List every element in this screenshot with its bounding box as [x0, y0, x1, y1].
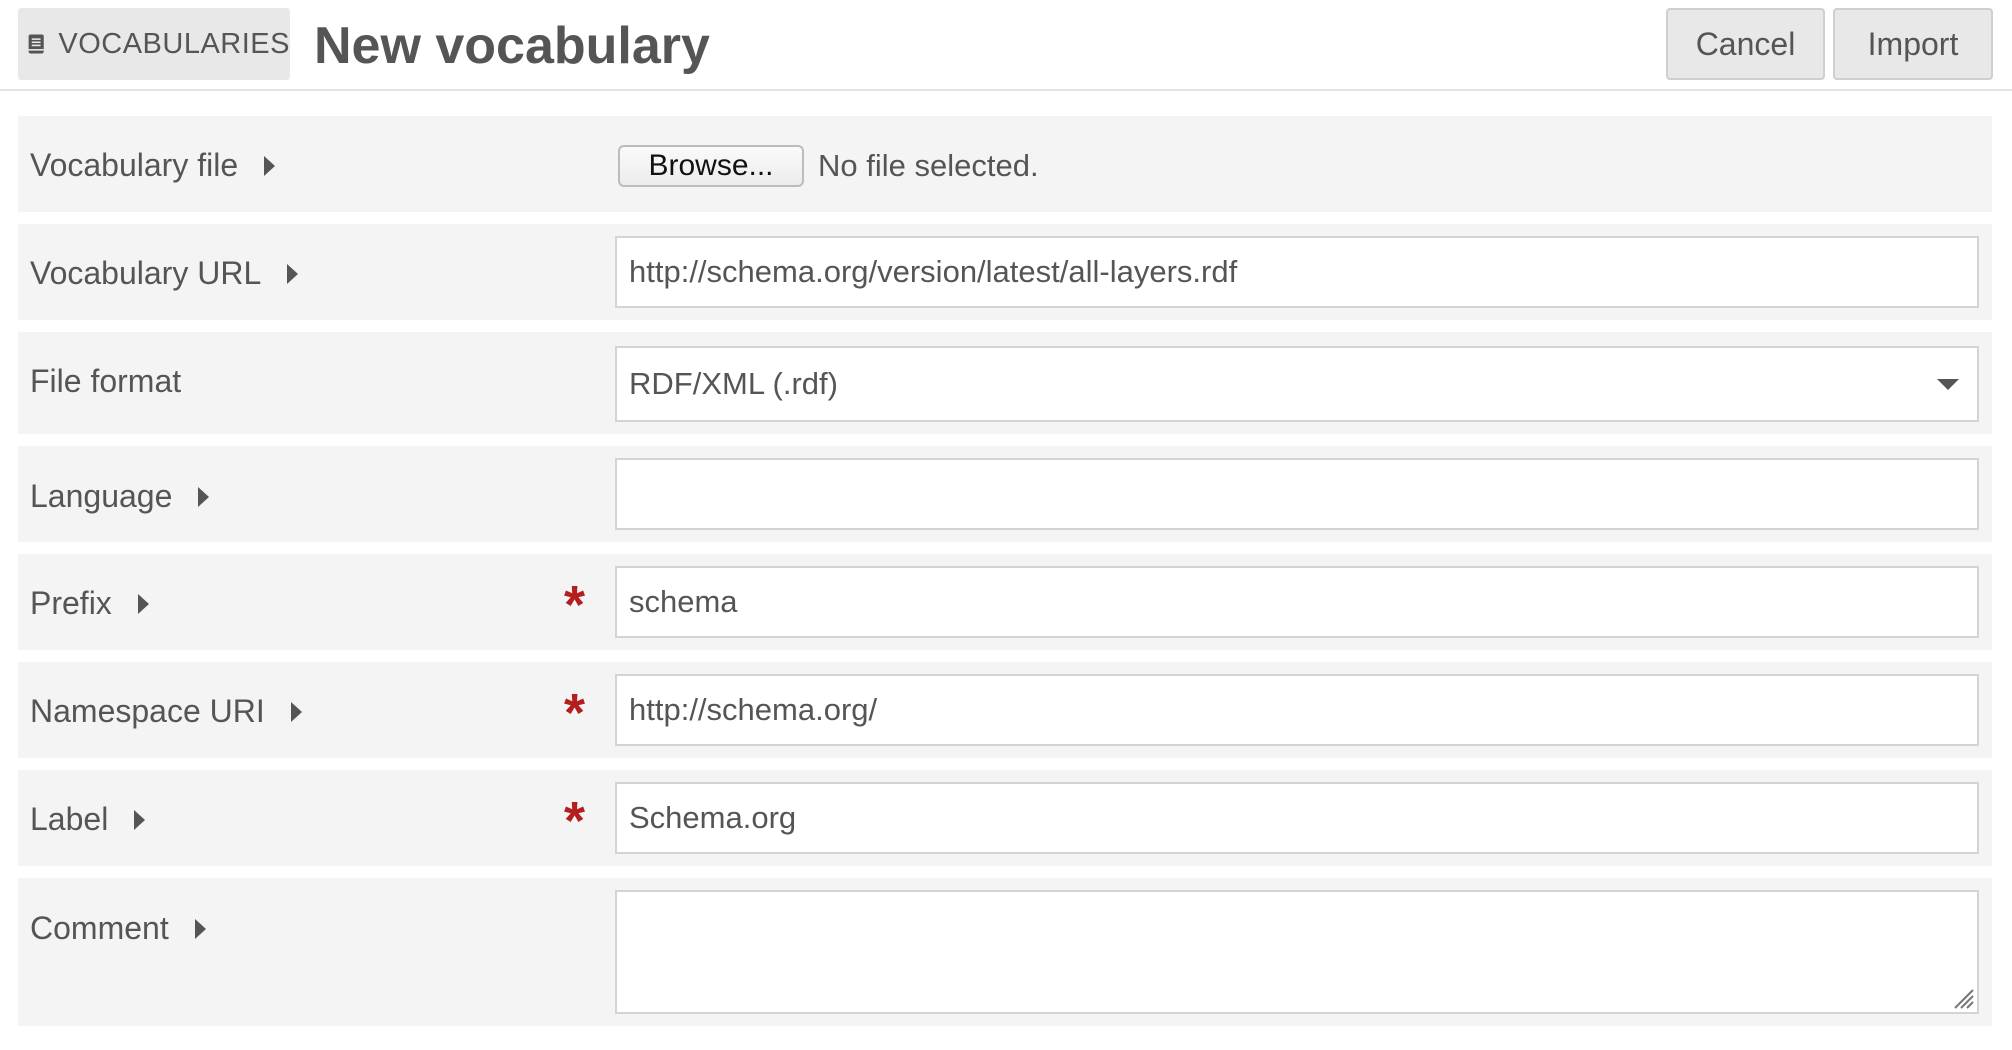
import-button[interactable]: Import: [1833, 8, 1993, 80]
file-status-text: No file selected.: [818, 148, 1039, 183]
comment-label: Comment: [30, 910, 169, 946]
section-breadcrumb[interactable]: VOCABULARIES: [18, 8, 290, 80]
caret-right-icon[interactable]: [198, 486, 210, 507]
label-input[interactable]: [615, 782, 1979, 854]
required-asterisk: *: [564, 791, 586, 851]
page-title: New vocabulary: [314, 17, 710, 75]
resize-handle-icon[interactable]: [1949, 984, 1975, 1010]
caret-right-icon[interactable]: [137, 593, 149, 614]
caret-right-icon[interactable]: [264, 155, 276, 176]
namespace-uri-row: Namespace URI *: [18, 662, 1992, 758]
language-label: Language: [30, 478, 173, 514]
vocabulary-url-row: Vocabulary URL: [18, 224, 1992, 320]
vocabulary-url-label-group[interactable]: Vocabulary URL: [30, 255, 299, 292]
prefix-label-group[interactable]: Prefix: [30, 585, 149, 622]
namespace-uri-label-group[interactable]: Namespace URI: [30, 693, 302, 730]
prefix-label: Prefix: [30, 585, 112, 621]
file-format-row: File format RDF/XML (.rdf): [18, 332, 1992, 434]
vocabulary-file-label-group[interactable]: Vocabulary file: [30, 147, 276, 184]
comment-field-wrapper: [615, 890, 1979, 1014]
language-input[interactable]: [615, 458, 1979, 530]
namespace-uri-input[interactable]: [615, 674, 1979, 746]
book-icon: [28, 34, 44, 54]
vocabulary-file-label: Vocabulary file: [30, 147, 239, 183]
section-label: VOCABULARIES: [58, 27, 290, 60]
cancel-button[interactable]: Cancel: [1666, 8, 1825, 80]
file-format-select[interactable]: RDF/XML (.rdf): [615, 346, 1979, 422]
file-format-label: File format: [30, 363, 182, 399]
comment-label-group[interactable]: Comment: [30, 910, 206, 947]
file-format-label-group: File format: [30, 363, 181, 400]
file-format-value: RDF/XML (.rdf): [629, 366, 838, 401]
caret-right-icon[interactable]: [194, 918, 206, 939]
caret-right-icon[interactable]: [290, 701, 302, 722]
caret-down-icon: [1937, 378, 1959, 390]
caret-right-icon[interactable]: [134, 809, 146, 830]
browse-button[interactable]: Browse...: [618, 145, 804, 187]
label-label: Label: [30, 801, 109, 837]
required-asterisk: *: [564, 575, 586, 635]
label-row: Label *: [18, 770, 1992, 866]
vocabulary-url-input[interactable]: [615, 236, 1979, 308]
comment-textarea[interactable]: [615, 890, 1979, 1014]
language-row: Language: [18, 446, 1992, 542]
page-header: VOCABULARIES New vocabulary Cancel Impor…: [0, 0, 2012, 91]
label-label-group[interactable]: Label: [30, 801, 146, 838]
prefix-row: Prefix *: [18, 554, 1992, 650]
namespace-uri-label: Namespace URI: [30, 693, 265, 729]
vocabulary-file-row: Vocabulary file Browse... No file select…: [18, 116, 1992, 212]
language-label-group[interactable]: Language: [30, 478, 210, 515]
vocabulary-url-label: Vocabulary URL: [30, 255, 262, 291]
caret-right-icon[interactable]: [287, 263, 299, 284]
comment-row: Comment: [18, 878, 1992, 1026]
prefix-input[interactable]: [615, 566, 1979, 638]
required-asterisk: *: [564, 683, 586, 743]
